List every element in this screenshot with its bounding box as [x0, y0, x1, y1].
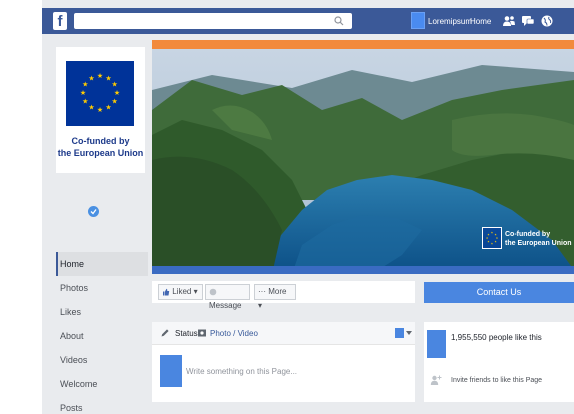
- likes-count[interactable]: 1,955,550 people like this: [451, 333, 542, 342]
- search-input[interactable]: [74, 13, 352, 29]
- likes-box: 1,955,550 people like this Invite friend…: [424, 322, 574, 402]
- more-caret-icon: ▾: [258, 301, 263, 310]
- page-action-bar: Liked ▾ Message ··· More ▾: [152, 281, 415, 310]
- more-dots-icon: ···: [258, 287, 266, 296]
- cover-logo-caption: Co-funded by the European Union: [505, 230, 572, 248]
- composer-caret-icon[interactable]: [406, 331, 412, 335]
- likes-avatar: [427, 330, 446, 358]
- status-tab[interactable]: Status: [175, 329, 198, 338]
- message-label: Message: [209, 301, 242, 310]
- more-button[interactable]: ··· More ▾: [254, 284, 296, 310]
- home-link[interactable]: Home: [470, 17, 491, 26]
- pencil-icon: [161, 329, 169, 337]
- search-icon[interactable]: [332, 14, 346, 28]
- more-label: More: [268, 287, 287, 296]
- profile-picture-card[interactable]: ★ ★ ★ ★ ★ ★ ★ ★ ★ ★ ★ ★ Co-funded by the…: [56, 47, 145, 173]
- composer-input[interactable]: Write something on this Page...: [186, 367, 297, 376]
- message-icon: [209, 288, 217, 296]
- svg-text:★: ★: [105, 104, 111, 112]
- svg-text:★: ★: [494, 241, 497, 244]
- cover-accent-strip: [152, 40, 574, 49]
- svg-text:★: ★: [114, 89, 120, 97]
- composer-avatar: [160, 355, 182, 387]
- top-navigation-bar: f Loremipsum Home: [42, 8, 574, 34]
- eu-flag-small-logo: ★★★ ★★★ ★★: [482, 227, 502, 249]
- user-avatar[interactable]: [411, 12, 425, 29]
- nav-item-home[interactable]: Home: [56, 252, 148, 276]
- liked-label: Liked: [172, 287, 192, 296]
- liked-button[interactable]: Liked ▾: [158, 284, 203, 300]
- svg-text:★: ★: [80, 89, 86, 97]
- page-margin: [0, 0, 42, 414]
- liked-caret-icon: ▾: [193, 287, 198, 296]
- cover-photo[interactable]: ★ ★ ★ ★ ★ ★ ★ ★ Co-funded by the European Uni…: [152, 40, 574, 274]
- nav-item-photos[interactable]: Photos: [56, 276, 148, 300]
- photo-icon: [198, 329, 206, 337]
- post-composer: Status Photo / Video Write something on …: [152, 322, 415, 402]
- caption-line-2: the European Union: [57, 148, 144, 158]
- svg-text:★: ★: [494, 233, 497, 236]
- svg-text:★: ★: [88, 104, 94, 112]
- svg-text:★: ★: [112, 81, 118, 89]
- svg-text:★: ★: [487, 233, 490, 236]
- profile-caption: Co-funded by the European Union: [56, 135, 145, 159]
- svg-text:★: ★: [88, 74, 94, 82]
- invite-friends-link[interactable]: Invite friends to like this Page: [451, 377, 542, 384]
- cover-caption-line-1: Co-funded by: [505, 231, 551, 238]
- svg-text:★: ★: [491, 232, 494, 235]
- page-nav: Home Photos Likes About Videos Welcome P…: [56, 252, 148, 414]
- svg-text:★: ★: [486, 237, 489, 240]
- message-button[interactable]: Message: [205, 284, 250, 310]
- composer-audience-icon[interactable]: [395, 328, 404, 338]
- thumbs-up-icon: [163, 288, 170, 296]
- svg-text:★: ★: [487, 241, 490, 244]
- svg-text:★: ★: [97, 72, 103, 80]
- svg-text:★: ★: [491, 242, 494, 245]
- svg-text:★: ★: [82, 98, 88, 106]
- invite-friends-icon: [430, 375, 442, 385]
- composer-header: Status Photo / Video: [152, 322, 415, 345]
- friend-requests-icon[interactable]: [502, 14, 516, 28]
- photo-video-tab[interactable]: Photo / Video: [210, 329, 258, 338]
- caption-line-1: Co-funded by: [71, 136, 130, 146]
- eu-flag-logo: ★ ★ ★ ★ ★ ★ ★ ★ ★ ★ ★ ★: [66, 61, 134, 126]
- nav-item-likes[interactable]: Likes: [56, 300, 148, 324]
- cover-bottom-bar: [152, 266, 574, 274]
- nav-item-posts[interactable]: Posts: [56, 396, 148, 414]
- svg-text:★: ★: [97, 106, 103, 114]
- verified-badge-icon: [88, 206, 99, 217]
- facebook-logo[interactable]: f: [53, 12, 67, 30]
- nav-item-videos[interactable]: Videos: [56, 348, 148, 372]
- svg-text:★: ★: [112, 98, 118, 106]
- nav-item-about[interactable]: About: [56, 324, 148, 348]
- user-name-link[interactable]: Loremipsum: [428, 17, 472, 26]
- messages-icon[interactable]: [521, 14, 535, 28]
- cover-caption-line-2: the European Union: [505, 240, 572, 247]
- contact-us-button[interactable]: Contact Us: [424, 282, 574, 303]
- svg-text:★: ★: [496, 237, 499, 240]
- globe-icon[interactable]: [540, 14, 554, 28]
- nav-item-welcome[interactable]: Welcome: [56, 372, 148, 396]
